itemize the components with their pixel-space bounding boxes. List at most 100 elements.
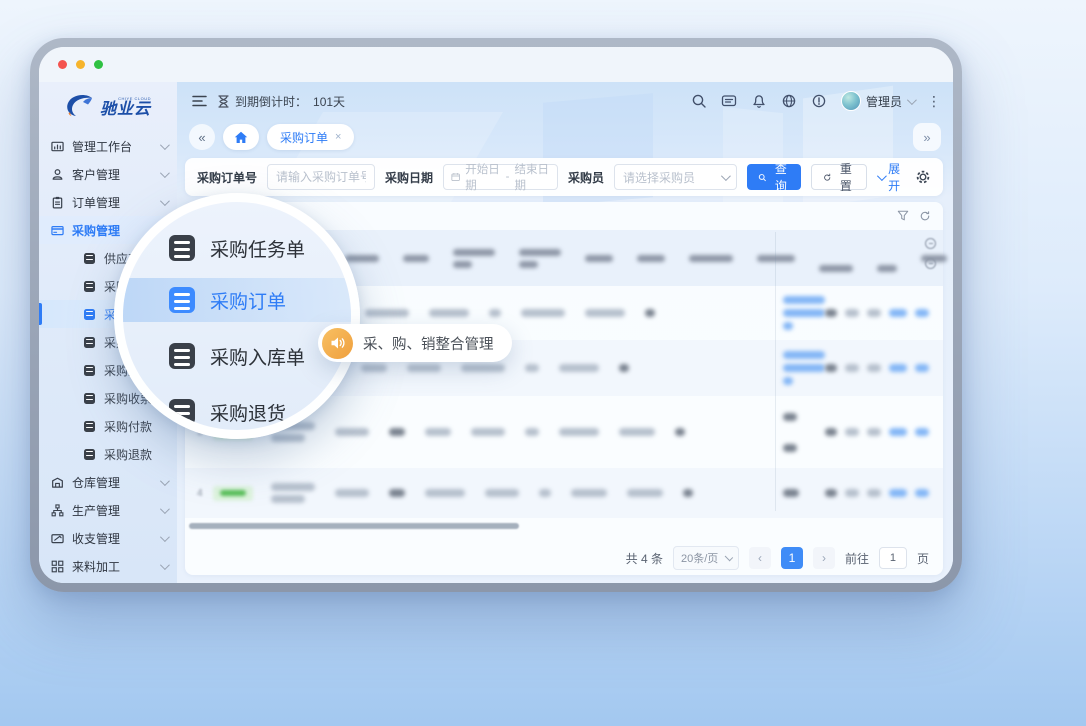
page-size-select[interactable]: 20条/页 <box>673 546 739 570</box>
chevron-down-icon <box>160 560 170 570</box>
product-cell <box>783 413 797 452</box>
table-column-header <box>453 249 495 268</box>
chevron-down-icon <box>160 196 170 206</box>
next-page-button[interactable]: › <box>813 547 835 569</box>
tabs-scroll-left-button[interactable]: « <box>189 124 215 150</box>
list-icon <box>169 399 195 425</box>
tab-close-icon[interactable]: × <box>335 131 341 143</box>
magnified-menu-item[interactable]: 采购退货 <box>123 390 351 434</box>
page-1-button[interactable]: 1 <box>781 547 803 569</box>
filter-funnel-icon[interactable] <box>897 210 909 222</box>
logo-swoosh-icon <box>65 94 95 120</box>
sidebar-item[interactable]: 管理工作台 <box>39 132 177 160</box>
magnified-menu-item[interactable]: 采购订单 <box>123 278 351 322</box>
action-link[interactable] <box>915 309 929 317</box>
action-link[interactable] <box>825 489 837 497</box>
action-link[interactable] <box>867 489 881 497</box>
table-column-header <box>689 255 733 262</box>
action-link[interactable] <box>825 309 837 317</box>
sidebar-item[interactable]: 生产管理 <box>39 496 177 524</box>
home-tab[interactable] <box>223 124 259 150</box>
date-start-placeholder: 开始日期 <box>465 161 500 193</box>
action-link[interactable] <box>825 364 837 372</box>
magnified-menu-item[interactable]: 采购入库单 <box>123 334 351 378</box>
sidebar-item[interactable]: 来料加工 <box>39 552 177 580</box>
action-link[interactable] <box>889 428 907 436</box>
action-link[interactable] <box>825 428 837 436</box>
sidebar-item[interactable]: 采购退款 <box>39 440 177 468</box>
warehouse-icon <box>51 476 64 489</box>
horizontal-scrollbar[interactable] <box>189 523 519 529</box>
expand-filters-link[interactable]: 展开 <box>877 160 905 194</box>
product-cell <box>783 351 825 385</box>
sidebar-item[interactable]: 仓库管理 <box>39 468 177 496</box>
action-link[interactable] <box>845 364 859 372</box>
collapse-menu-icon[interactable] <box>191 93 208 110</box>
reset-button[interactable]: 重置 <box>811 164 867 190</box>
date-range-input[interactable]: 开始日期 - 结束日期 <box>443 164 558 190</box>
notification-bell-icon[interactable] <box>751 93 768 110</box>
column-settings-icons[interactable] <box>925 238 936 269</box>
product-cell <box>783 296 825 330</box>
message-icon[interactable] <box>721 93 738 110</box>
table-row[interactable]: 4 <box>185 468 943 518</box>
sidebar-item-label: 仓库管理 <box>72 474 152 491</box>
sidebar-item[interactable]: 客户管理 <box>39 160 177 188</box>
action-link[interactable] <box>867 364 881 372</box>
minimize-window-button[interactable] <box>76 60 85 69</box>
tab-purchase-order[interactable]: 采购订单 × <box>267 124 354 150</box>
info-icon[interactable] <box>811 93 828 110</box>
refresh-icon <box>823 172 831 183</box>
action-link[interactable] <box>845 309 859 317</box>
goto-page-input[interactable] <box>879 547 907 569</box>
more-menu-icon[interactable]: ⋮ <box>927 94 941 108</box>
user-menu[interactable]: 管理员 <box>841 91 914 111</box>
action-link[interactable] <box>889 489 907 497</box>
sidebar-item[interactable]: 收支管理 <box>39 524 177 552</box>
filter-settings-gear-icon[interactable] <box>915 169 931 185</box>
action-link[interactable] <box>915 364 929 372</box>
page-unit-label: 页 <box>917 550 929 567</box>
sidebar-item-label: 采购退款 <box>104 446 167 463</box>
sidebar-item-label: 生产管理 <box>72 502 152 519</box>
action-link[interactable] <box>915 428 929 436</box>
action-link[interactable] <box>867 428 881 436</box>
action-link[interactable] <box>867 309 881 317</box>
action-link[interactable] <box>889 364 907 372</box>
doc-icon <box>83 364 96 377</box>
sidebar-item[interactable]: 订单管理 <box>39 188 177 216</box>
date-end-placeholder: 结束日期 <box>515 161 550 193</box>
prev-page-button[interactable]: ‹ <box>749 547 771 569</box>
chevron-down-icon <box>907 95 917 105</box>
maximize-window-button[interactable] <box>94 60 103 69</box>
action-link[interactable] <box>845 428 859 436</box>
chevron-down-icon <box>160 504 170 514</box>
countdown-label: 到期倒计时： <box>235 93 307 110</box>
table-column-header <box>403 255 429 262</box>
pagination: 共 4 条 20条/页 ‹ 1 › 前往 页 <box>185 541 943 575</box>
frozen-column-divider <box>775 232 776 511</box>
list-icon <box>169 235 195 261</box>
doc-icon <box>83 308 96 321</box>
action-link[interactable] <box>845 489 859 497</box>
logo-subtitle: CHIYE CLOUD <box>118 97 151 101</box>
search-button[interactable]: 查询 <box>747 164 801 190</box>
row-actions <box>825 428 929 436</box>
doc-icon <box>83 252 96 265</box>
magnified-menu-item[interactable]: 采购任务单 <box>123 226 351 270</box>
table-column-header <box>877 265 897 272</box>
refresh-table-icon[interactable] <box>919 210 931 222</box>
close-window-button[interactable] <box>58 60 67 69</box>
sidebar-item-label: 客户管理 <box>72 166 152 183</box>
action-link[interactable] <box>889 309 907 317</box>
action-link[interactable] <box>915 489 929 497</box>
tabs-scroll-right-button[interactable]: » <box>913 123 941 151</box>
search-icon[interactable] <box>691 93 708 110</box>
globe-language-icon[interactable] <box>781 93 798 110</box>
doc-icon <box>83 336 96 349</box>
order-no-input[interactable] <box>267 164 375 190</box>
buyer-select[interactable]: 请选择采购员 <box>614 164 737 190</box>
magnified-menu-label: 采购退货 <box>210 399 286 426</box>
row-number: 4 <box>197 488 213 499</box>
app-logo: CHIYE CLOUD 驰业云 <box>39 82 177 132</box>
